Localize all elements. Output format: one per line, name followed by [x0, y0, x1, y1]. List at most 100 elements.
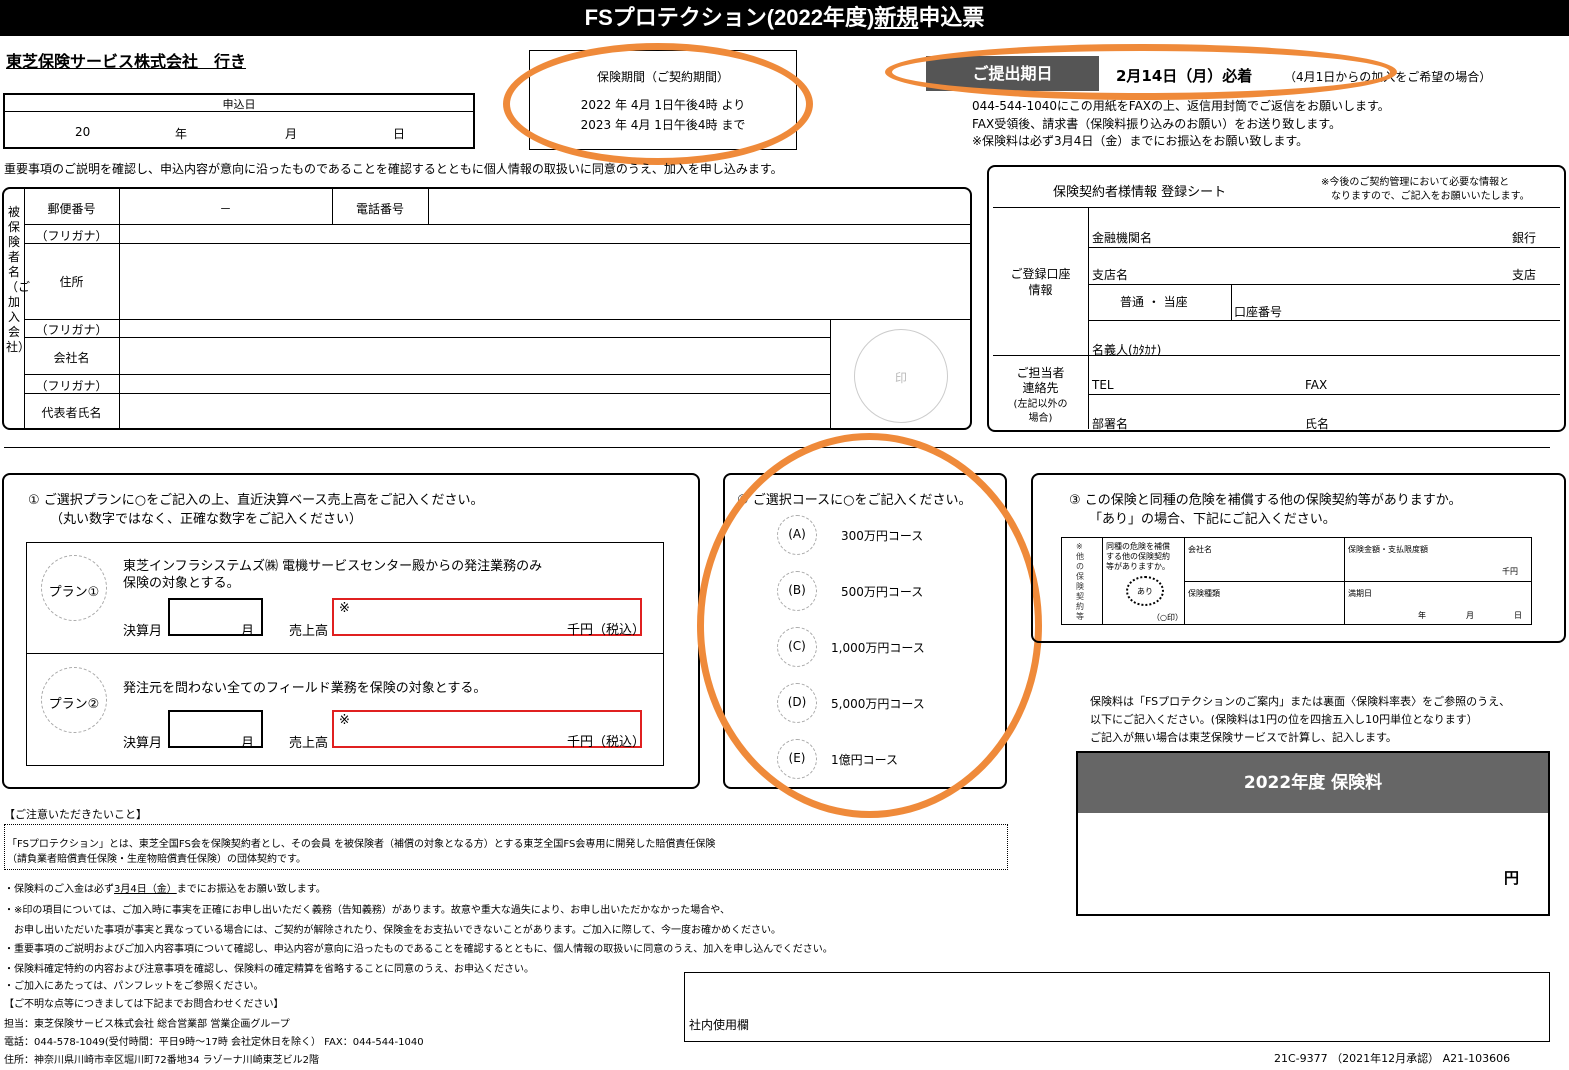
rep-furigana-input[interactable] [120, 375, 829, 392]
registration-note-2: なりますので、ご記入をお願いいたします。 [1331, 191, 1530, 202]
premium-note-1: 保険料は「FSプロテクションのご案内」または裏面〈保険料率表〉をご参照のうえ、 [1090, 695, 1511, 708]
other-expiry-month: 月 [1466, 611, 1474, 620]
contact-person: 担当：東芝保険サービス株式会社 総合営業部 営業企画グループ [4, 1019, 290, 1030]
application-day[interactable]: 日 [393, 125, 405, 142]
form-title: FSプロテクション(2022年度)新規申込票 [0, 0, 1569, 36]
account-holder-label: 名義人(ｶﾀｶﾅ) [1092, 343, 1162, 357]
plan1-month-unit: 月 [241, 624, 255, 639]
account-type[interactable]: 普通 ・ 当座 [1120, 293, 1188, 310]
contact-name-label: 氏名 [1305, 417, 1330, 431]
plan-section: ① ご選択プランに○をご記入の上、直近決算ベース売上高をご記入ください。 （丸い… [2, 473, 700, 789]
title-prefix: FSプロテクション(2022年度) [584, 5, 875, 30]
plan1-fiscal-month-label: 決算月 [123, 624, 163, 639]
contact-label-4: 場合) [1028, 413, 1053, 424]
company-label: 会社名 [53, 351, 90, 365]
title-suffix: 申込票 [918, 5, 985, 30]
period-highlight-circle [503, 43, 813, 165]
application-date-label: 申込日 [222, 98, 256, 111]
application-month[interactable]: 月 [285, 125, 297, 142]
plan1-sales-label: 売上高 [289, 624, 329, 639]
contact-phone: 電話：044-578-1049(受付時間：平日9時～17時 会社定休日を除く） … [4, 1037, 424, 1048]
plan1-sales-mark: ※ [339, 601, 350, 616]
rep-input[interactable] [120, 394, 829, 428]
other-side-label: ※他の保険契約等 [1076, 542, 1084, 621]
contact-tel-label: TEL [1092, 378, 1114, 392]
premium-note-2: 以下にご記入ください。(保険料は1円の位を四捨五入し10円単位となります） [1090, 713, 1478, 726]
addressee: 東芝保険サービス株式会社 行き [6, 52, 247, 71]
plan2-sales-mark: ※ [339, 713, 350, 728]
caution-heading: 【ご注意いただきたいこと】 [4, 808, 147, 821]
contact-dept-label: 部署名 [1092, 417, 1129, 431]
address-input[interactable] [120, 244, 970, 318]
branch-label: 支店名 [1092, 268, 1129, 282]
contact-fax-label: FAX [1305, 378, 1328, 392]
plan-table: プラン① 東芝インフラシステムズ㈱ 電機サービスセンター殿からの発注業務のみ 保… [26, 542, 664, 766]
postal-label: 郵便番号 [47, 202, 96, 216]
caution-line-6: ・ご加入にあたっては、パンフレットをご参照ください。 [4, 981, 264, 992]
plan-heading-1: ① ご選択プランに○をご記入の上、直近決算ベース売上高をご記入ください。 [28, 493, 484, 508]
instruction-fax: 044-544-1040にこの用紙をFAXの上、返信用封筒でご返信をお願いします… [972, 99, 1390, 113]
caution-line-5: ・保険料確定特約の内容および注意事項を確認し、保険料の確定精算を省略することに同… [4, 964, 534, 975]
caution-line-4: ・重要事項のご説明およびご加入内容事項について確認し、申込内容が意向に沿ったもの… [4, 944, 833, 955]
other-circle-note: （○印） [1152, 613, 1183, 622]
insured-info-box: 被保険者名（ご加入会社） 郵便番号 － 電話番号 （フリガナ） 住所 （フリガナ… [2, 187, 972, 430]
caution-line-1: ・保険料のご入金は必ず3月4日（金）までにお振込をお願い致します。 [4, 880, 326, 895]
other-type-label: 保険種類 [1188, 589, 1220, 598]
other-ari-label: あり [1137, 587, 1153, 596]
other-expiry-day: 日 [1514, 611, 1522, 620]
seal-label: 印 [894, 371, 907, 385]
contact-address: 住所：神奈川県川崎市幸区堀川町72番地34 ラゾーナ川崎東芝ビル2階 [4, 1055, 319, 1066]
registration-note-1: ※今後のご契約管理において必要な情報と [1321, 177, 1510, 188]
premium-input[interactable] [1078, 813, 1548, 914]
caution-box-line-1: 「FSプロテクション」とは、東芝全国FS会を保険契約者とし、その会員 を被保険者… [7, 839, 716, 850]
plan2-sales-label: 売上高 [289, 736, 329, 751]
caution-line-1a: ・保険料のご入金は必ず [4, 884, 114, 895]
caution-line-1b: 3月4日（金） [114, 884, 177, 895]
premium-unit: 円 [1504, 869, 1520, 887]
account-label-2: 情報 [1028, 283, 1053, 297]
other-heading-1: ③ この保険と同種の危険を補償する他の保険契約等がありますか。 [1069, 493, 1462, 508]
deadline-highlight-circle [885, 44, 1397, 100]
other-company-label: 会社名 [1188, 545, 1212, 554]
bank-label: 金融機関名 [1092, 231, 1153, 245]
company-input[interactable] [120, 338, 829, 373]
company-furigana-input[interactable] [120, 320, 829, 336]
insured-side-label: 被保険者名（ご加入会社） [6, 205, 31, 354]
premium-header: 2022年度 保険料 [1078, 753, 1548, 813]
plan2-label: プラン② [48, 697, 100, 712]
plan1-label: プラン① [48, 585, 100, 600]
internal-use-box: 社内使用欄 [684, 972, 1550, 1042]
application-year[interactable]: 年 [175, 125, 187, 142]
contact-label-3: (左記以外の [1013, 399, 1068, 410]
address-furigana-input[interactable] [120, 225, 970, 242]
plan-heading-2: （丸い数字ではなく、正確な数字をご記入ください） [50, 512, 363, 527]
instruction-payment: ※保険料は必ず3月4日（金）までにお振込をお願い致します。 [972, 134, 1309, 148]
other-insurance-table: ※他の保険契約等 同種の危険を補償 する他の保険契約 等がありますか。 あり （… [1061, 537, 1532, 625]
bank-suffix: 銀行 [1512, 231, 1537, 245]
other-expiry-label: 満期日 [1348, 589, 1372, 598]
account-number-label: 口座番号 [1234, 305, 1283, 319]
caution-line-1c: までにお振込をお願い致します。 [176, 884, 326, 895]
caution-box-line-2: （請負業者賠償責任保険・生産物賠償責任保険）の団体契約です。 [7, 854, 306, 865]
application-year-prefix[interactable]: 20 [75, 125, 90, 139]
phone-input[interactable] [429, 190, 970, 223]
course-highlight-circle [697, 433, 1042, 818]
caution-box: 「FSプロテクション」とは、東芝全国FS会を保険契約者とし、その会員 を被保険者… [4, 824, 1008, 870]
plan2-sales-unit: 千円（税込） [567, 735, 646, 750]
consent-text: 重要事項のご説明を確認し、申込内容が意向に沿ったものであることを確認するとともに… [4, 162, 783, 176]
premium-box: 2022年度 保険料 円 [1076, 751, 1550, 916]
phone-label: 電話番号 [355, 202, 404, 216]
other-heading-2: 「あり」の場合、下記にご記入ください。 [1089, 512, 1336, 527]
other-amount-unit: 千円 [1502, 567, 1518, 576]
company-furigana-label: （フリガナ） [35, 323, 108, 337]
plan1-text-2: 保険の対象とする。 [123, 576, 240, 591]
plan1-sales-unit: 千円（税込） [567, 623, 646, 638]
plan2-fiscal-month-label: 決算月 [123, 736, 163, 751]
address-label: 住所 [59, 275, 84, 289]
address-furigana-label: （フリガナ） [35, 229, 108, 243]
contact-heading: 【ご不明な点等につきましては下記までお問合わせください】 [4, 999, 284, 1010]
registration-title: 保険契約者様情報 登録シート [1053, 185, 1227, 200]
instruction-invoice: FAX受領後、請求書（保険料振り込みのお願い）をお送り致します。 [972, 117, 1342, 131]
postal-input[interactable]: － [119, 200, 332, 217]
plan2-month-unit: 月 [241, 736, 255, 751]
